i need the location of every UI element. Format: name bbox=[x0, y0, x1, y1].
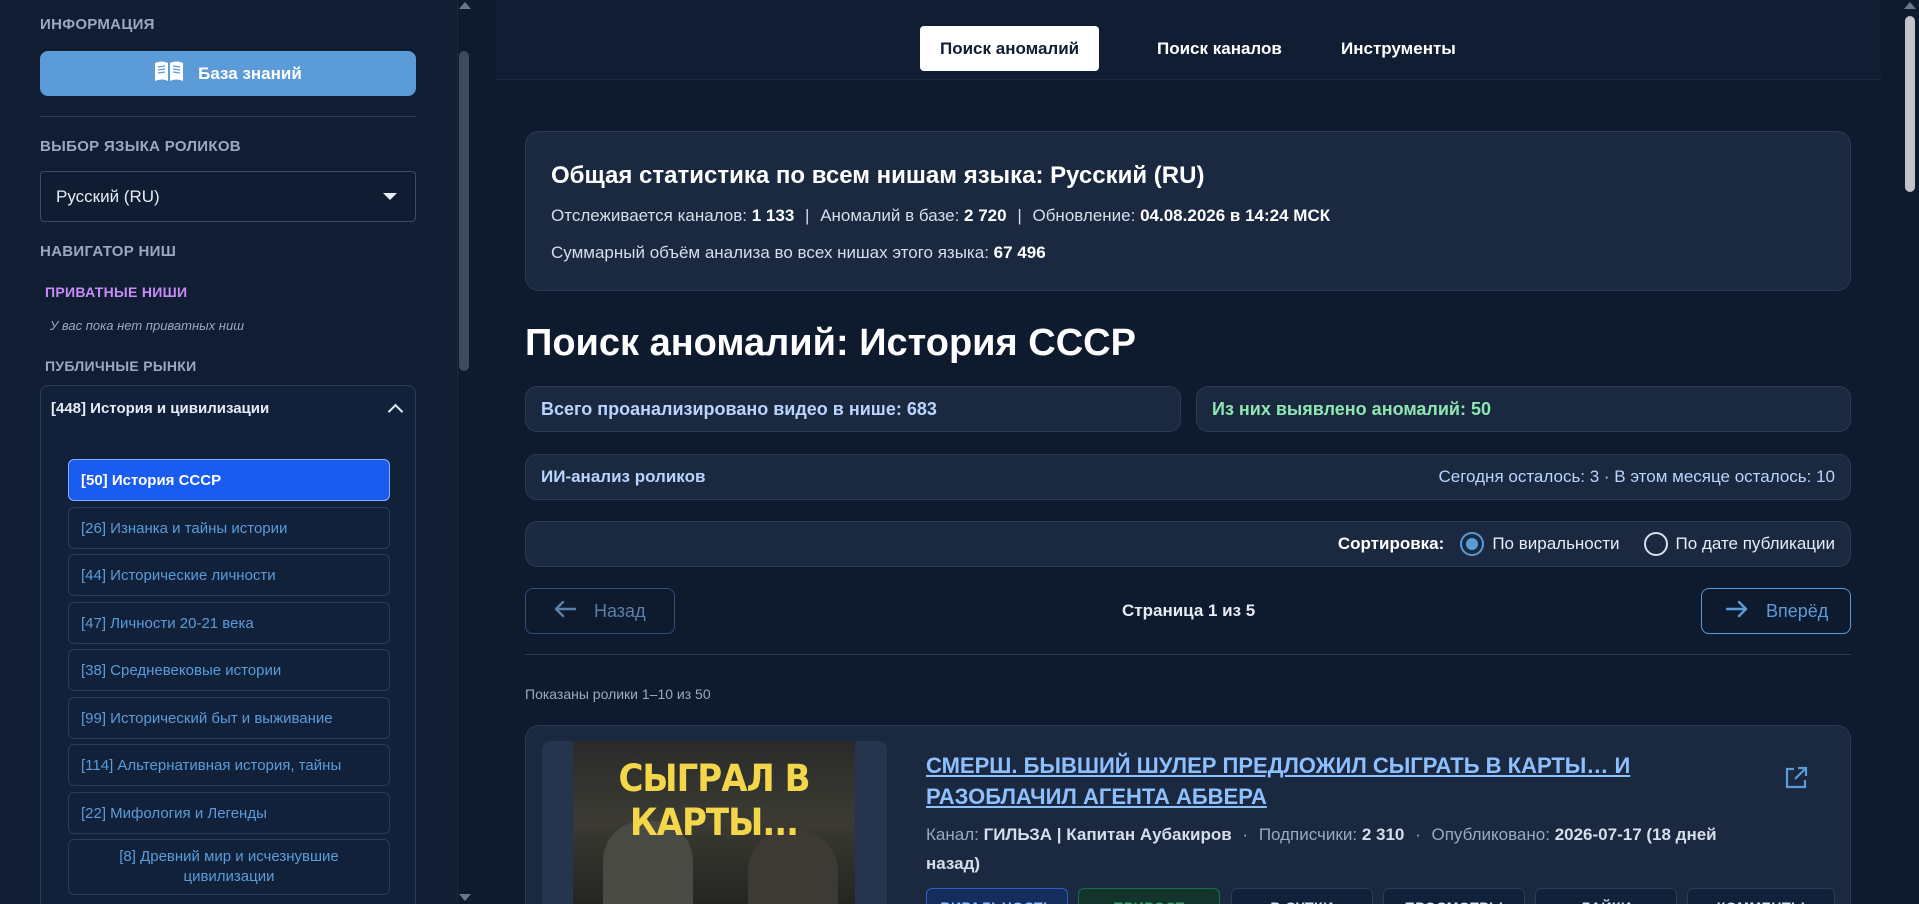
chevron-up-icon bbox=[387, 403, 404, 420]
niche-item[interactable]: [8] Древний мир и исчезнувшие цивилизаци… bbox=[68, 839, 390, 895]
niche-item[interactable]: [22] Мифология и Легенды bbox=[68, 792, 390, 834]
thumbnail-caption: СЫГРАЛ В КАРТЫ... bbox=[618, 757, 810, 845]
sort-option-date[interactable]: По дате публикации bbox=[1643, 532, 1835, 556]
external-link-icon[interactable] bbox=[1784, 766, 1808, 795]
knowledge-base-label: База знаний bbox=[198, 63, 302, 83]
niche-navigator-heading: НАВИГАТОР НИШ bbox=[40, 243, 177, 260]
separator: · bbox=[1242, 825, 1249, 844]
book-icon bbox=[154, 60, 184, 87]
knowledge-base-button[interactable]: База знаний bbox=[40, 51, 416, 96]
language-stats-card: Общая статистика по всем нишам языка: Ру… bbox=[525, 131, 1851, 291]
niche-group-title: [448] История и цивилизации bbox=[51, 400, 270, 417]
public-markets-heading: ПУБЛИЧНЫЕ РЫНКИ bbox=[45, 358, 197, 374]
stats-line-2: Суммарный объём анализа во всех нишах эт… bbox=[551, 243, 1046, 263]
private-niches-empty: У вас пока нет приватных ниш bbox=[50, 318, 244, 333]
prev-page-label: Назад bbox=[594, 600, 646, 621]
stats-line-1: Отслеживается каналов: 1 133 | Аномалий … bbox=[551, 206, 1330, 226]
video-title-link[interactable]: СМЕРШ. БЫВШИЙ ШУЛЕР ПРЕДЛОЖИЛ СЫГРАТЬ В … bbox=[926, 750, 1746, 812]
radio-checked-icon bbox=[1460, 532, 1485, 556]
niche-item-ussr[interactable]: [50] История СССР bbox=[68, 459, 390, 501]
niche-item[interactable]: [26] Изнанка и тайны истории bbox=[68, 507, 390, 549]
badge-views: ПРОСМОТРЫ bbox=[1383, 888, 1525, 904]
badge-virality: ВИРАЛЬНОСТЬ bbox=[926, 888, 1068, 904]
top-tabs-bar: Поиск аномалий Поиск каналов Инструменты bbox=[496, 0, 1881, 80]
language-select-value: Русский (RU) bbox=[56, 186, 160, 206]
sidebar-scrollbar[interactable] bbox=[459, 51, 469, 371]
video-meta: Канал: ГИЛЬЗА | Капитан Аубакиров · Подп… bbox=[926, 820, 1746, 878]
niche-item[interactable]: [114] Альтернативная история, тайны bbox=[68, 744, 390, 786]
sidebar: ИНФОРМАЦИЯ База знаний ВЫБОР ЯЗЫКА РОЛИК… bbox=[0, 0, 458, 904]
ai-quota: Сегодня осталось: 3 · В этом месяце оста… bbox=[1438, 467, 1836, 486]
volume-value: 67 496 bbox=[993, 243, 1046, 262]
subscribers-value: 2 310 bbox=[1361, 825, 1405, 844]
anomalies-label: Аномалий в базе: bbox=[820, 206, 960, 225]
stats-title: Общая статистика по всем нишам языка: Ру… bbox=[551, 162, 1205, 189]
separator: | bbox=[1017, 206, 1022, 225]
private-niches-heading: ПРИВАТНЫЕ НИШИ bbox=[45, 284, 188, 300]
analyzed-videos-stat: Всего проанализировано видео в нише: 683 bbox=[525, 386, 1181, 432]
anomalies-value: 2 720 bbox=[964, 206, 1007, 225]
update-value: 04.08.2026 в 14:24 МСК bbox=[1140, 206, 1331, 225]
channels-label: Отслеживается каналов: bbox=[551, 206, 748, 225]
niche-item[interactable]: [99] Исторический быт и выживание bbox=[68, 697, 390, 739]
language-heading: ВЫБОР ЯЗЫКА РОЛИКОВ bbox=[40, 138, 241, 155]
language-select[interactable]: Русский (RU) bbox=[40, 171, 416, 222]
anomalies-found-stat: Из них выявлено аномалий: 50 bbox=[1196, 386, 1851, 432]
niche-group-header[interactable]: [448] История и цивилизации bbox=[51, 400, 404, 420]
channel-name: ГИЛЬЗА | Капитан Аубакиров bbox=[983, 825, 1232, 844]
ai-analysis-bar: ИИ-анализ роликов Сегодня осталось: 3 · … bbox=[525, 454, 1851, 500]
next-page-button[interactable]: Вперёд bbox=[1701, 588, 1851, 634]
arrow-right-icon bbox=[1725, 600, 1748, 623]
ai-analysis-label: ИИ-анализ роликов bbox=[541, 467, 706, 486]
tab-anomaly-search[interactable]: Поиск аномалий bbox=[920, 26, 1100, 71]
niche-group: [448] История и цивилизации [50] История… bbox=[40, 385, 416, 904]
sort-bar: Сортировка: По виральности По дате публи… bbox=[525, 521, 1851, 567]
badge-comments: КОММЕНТЫ bbox=[1687, 888, 1835, 904]
volume-label: Суммарный объём анализа во всех нишах эт… bbox=[551, 243, 989, 262]
badge-likes: ЛАЙКИ bbox=[1535, 888, 1677, 904]
info-heading: ИНФОРМАЦИЯ bbox=[40, 16, 155, 33]
scroll-down-icon[interactable] bbox=[459, 894, 471, 901]
tab-channel-search[interactable]: Поиск каналов bbox=[1137, 26, 1302, 71]
published-label: Опубликовано: bbox=[1431, 825, 1550, 844]
channels-value: 1 133 bbox=[751, 206, 795, 225]
video-card: СЫГРАЛ В КАРТЫ... СМЕРШ. БЫВШИЙ ШУЛЕР ПР… bbox=[525, 725, 1851, 904]
subscribers-label: Подписчики: bbox=[1258, 825, 1358, 844]
page-scrollbar[interactable] bbox=[1905, 16, 1915, 192]
shown-count: Показаны ролики 1–10 из 50 bbox=[525, 686, 711, 702]
separator: | bbox=[805, 206, 810, 225]
channel-label: Канал: bbox=[926, 825, 979, 844]
scroll-up-icon[interactable] bbox=[459, 2, 471, 9]
sidebar-divider bbox=[40, 116, 416, 117]
page-title: Поиск аномалий: История СССР bbox=[525, 322, 1136, 364]
separator: · bbox=[1415, 825, 1421, 844]
pager-divider bbox=[525, 654, 1851, 655]
page-scroll-up-icon[interactable] bbox=[1904, 2, 1916, 9]
update-label: Обновление: bbox=[1032, 206, 1136, 225]
sort-option-date-label: По дате публикации bbox=[1675, 534, 1835, 553]
page-status: Страница 1 из 5 bbox=[1122, 601, 1256, 620]
badge-per-day: В СУТКИ bbox=[1231, 888, 1373, 904]
video-thumbnail-frame[interactable]: СЫГРАЛ В КАРТЫ... bbox=[542, 741, 887, 904]
sort-label: Сортировка: bbox=[1337, 534, 1445, 553]
niche-item[interactable]: [44] Исторические личности bbox=[68, 554, 390, 596]
sort-option-virality-label: По виральности bbox=[1492, 534, 1620, 553]
next-page-label: Вперёд bbox=[1766, 600, 1829, 621]
arrow-left-icon bbox=[554, 600, 577, 623]
badge-growth: ПРИРОСТ bbox=[1078, 888, 1220, 904]
sort-option-virality[interactable]: По виральности bbox=[1460, 532, 1620, 556]
tab-tools[interactable]: Инструменты bbox=[1321, 26, 1476, 71]
niche-item[interactable]: [47] Личности 20-21 века bbox=[68, 602, 390, 644]
prev-page-button[interactable]: Назад bbox=[525, 588, 675, 634]
caret-down-icon bbox=[383, 193, 397, 200]
radio-unchecked-icon bbox=[1643, 532, 1668, 556]
video-thumbnail[interactable]: СЫГРАЛ В КАРТЫ... bbox=[573, 741, 855, 904]
niche-item[interactable]: [38] Средневековые истории bbox=[68, 649, 390, 691]
